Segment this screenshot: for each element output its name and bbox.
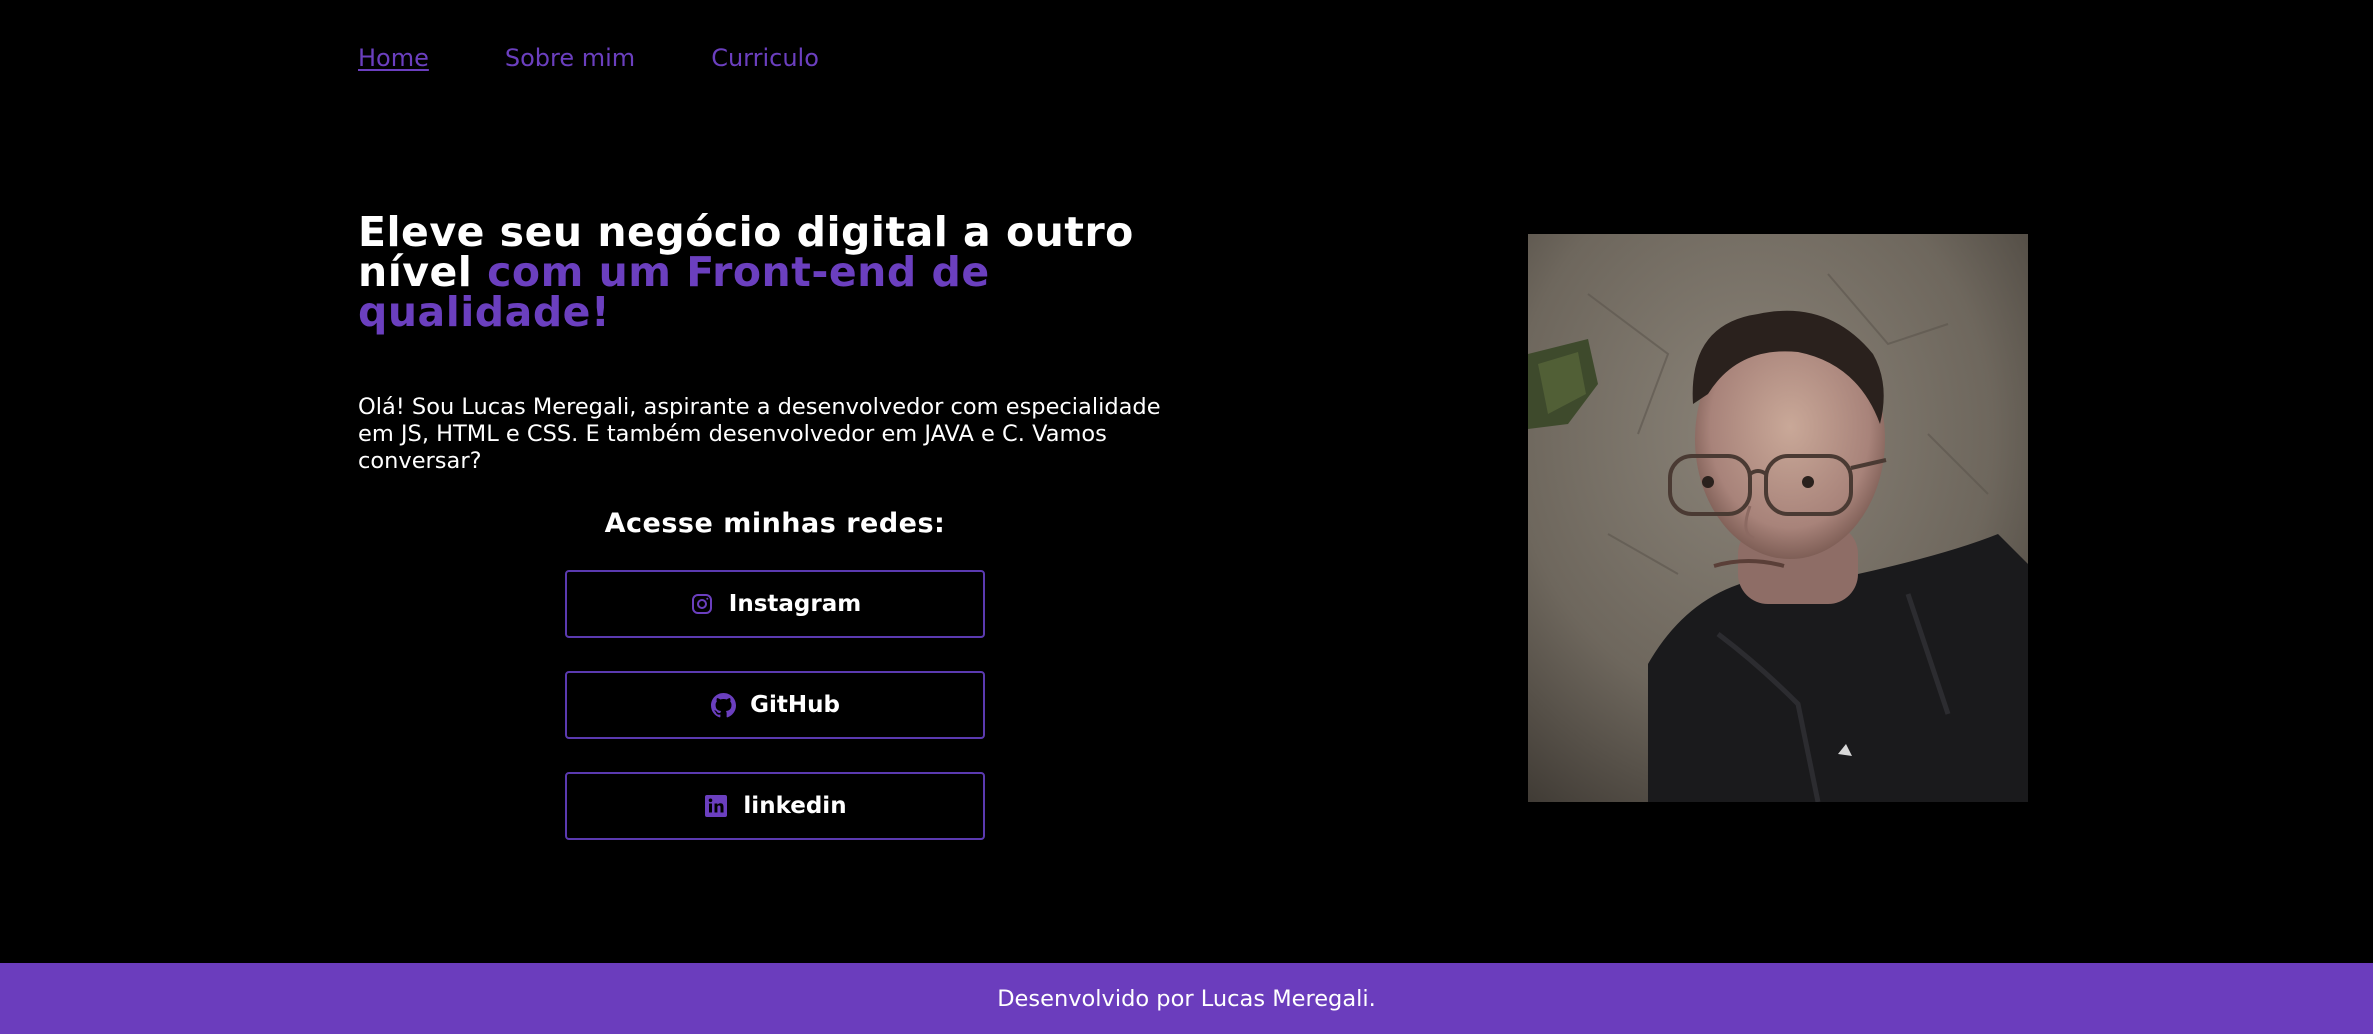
profile-photo bbox=[1528, 234, 2028, 802]
footer: Desenvolvido por Lucas Meregali. bbox=[0, 963, 2373, 1034]
nav-home-link[interactable]: Home bbox=[358, 44, 429, 72]
linkedin-icon bbox=[703, 793, 729, 819]
github-button-label: GitHub bbox=[750, 692, 840, 718]
instagram-icon bbox=[689, 591, 715, 617]
page: Home Sobre mim Curriculo Eleve seu negóc… bbox=[0, 0, 2373, 1034]
footer-text: Desenvolvido por Lucas Meregali. bbox=[997, 985, 1376, 1012]
instagram-button[interactable]: Instagram bbox=[565, 570, 985, 638]
main-nav: Home Sobre mim Curriculo bbox=[358, 44, 819, 72]
github-button[interactable]: GitHub bbox=[565, 671, 985, 739]
nav-sobre-mim-link[interactable]: Sobre mim bbox=[505, 44, 635, 72]
github-icon bbox=[710, 692, 736, 718]
nav-curriculo-link[interactable]: Curriculo bbox=[711, 44, 819, 72]
linkedin-button[interactable]: linkedin bbox=[565, 772, 985, 840]
socials-title: Acesse minhas redes: bbox=[604, 508, 946, 539]
hero-intro: Olá! Sou Lucas Meregali, aspirante a des… bbox=[358, 394, 1161, 474]
linkedin-button-label: linkedin bbox=[743, 793, 847, 819]
instagram-button-label: Instagram bbox=[728, 591, 862, 617]
hero-section: Eleve seu negócio digital a outro nível … bbox=[358, 212, 1178, 475]
hero-headline: Eleve seu negócio digital a outro nível … bbox=[358, 212, 1178, 333]
